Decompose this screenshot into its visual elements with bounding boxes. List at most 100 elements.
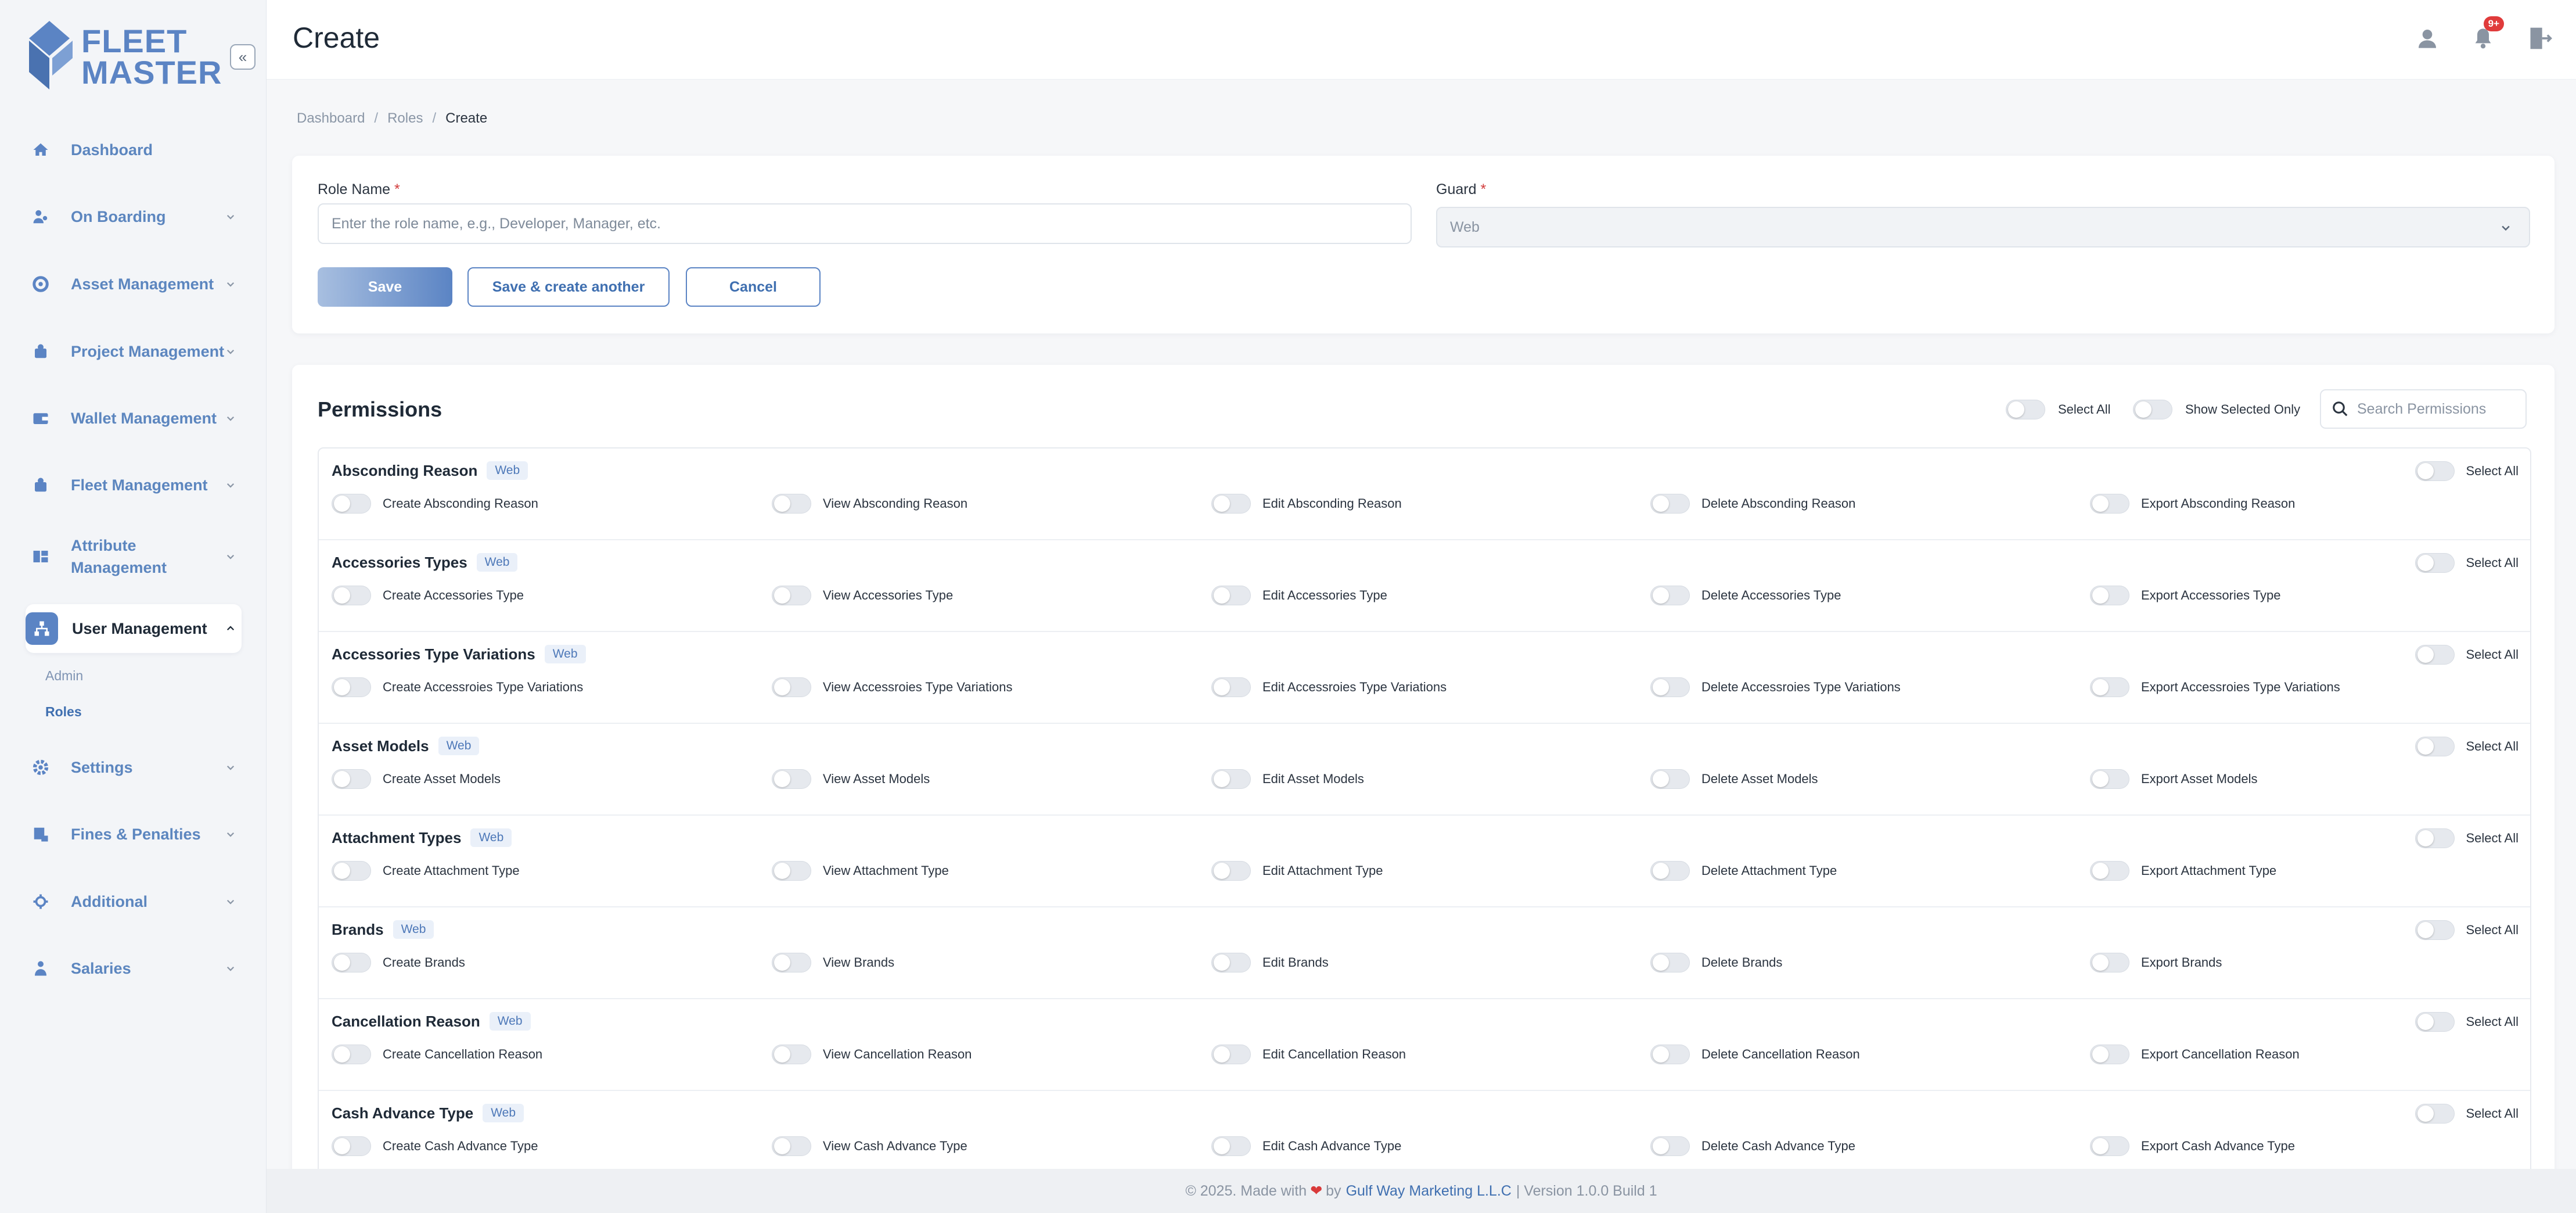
- permission-toggle[interactable]: Export Brands: [2090, 953, 2222, 972]
- toggle-switch[interactable]: [2415, 461, 2455, 481]
- toggle-switch[interactable]: [2415, 1104, 2455, 1124]
- sidebar-item-asset-management[interactable]: Asset Management: [26, 260, 242, 308]
- toggle-switch[interactable]: [772, 586, 811, 605]
- permission-toggle[interactable]: Delete Cancellation Reason: [1650, 1045, 1860, 1064]
- toggle-switch[interactable]: [1211, 677, 1251, 697]
- toggle-switch[interactable]: [2090, 1136, 2129, 1156]
- toggle-switch[interactable]: [2415, 553, 2455, 573]
- toggle-switch[interactable]: [1211, 586, 1251, 605]
- toggle-switch[interactable]: [1211, 1136, 1251, 1156]
- search-permissions-input[interactable]: Search Permissions: [2320, 389, 2527, 429]
- permission-toggle[interactable]: Create Cancellation Reason: [332, 1045, 542, 1064]
- toggle-switch[interactable]: [2090, 953, 2129, 972]
- permission-toggle[interactable]: Edit Cancellation Reason: [1211, 1045, 1406, 1064]
- permission-toggle[interactable]: Export Accessories Type: [2090, 586, 2281, 605]
- sidebar-item-fleet-management[interactable]: Fleet Management: [26, 461, 242, 509]
- toggle-switch[interactable]: [2415, 920, 2455, 940]
- toggle-switch[interactable]: [332, 494, 371, 514]
- permission-toggle[interactable]: Create Attachment Type: [332, 861, 520, 881]
- permission-toggle[interactable]: View Cash Advance Type: [772, 1136, 967, 1156]
- toggle-switch[interactable]: [332, 677, 371, 697]
- sidebar-item-on-boarding[interactable]: On Boarding: [26, 192, 242, 241]
- toggle-switch[interactable]: [1650, 677, 1690, 697]
- toggle-switch[interactable]: [2090, 769, 2129, 789]
- permission-toggle[interactable]: Export Attachment Type: [2090, 861, 2276, 881]
- permission-toggle[interactable]: Delete Cash Advance Type: [1650, 1136, 1855, 1156]
- fleet-master-logo[interactable]: FLEET MASTER: [23, 21, 221, 93]
- toggle-switch[interactable]: [2133, 400, 2172, 419]
- toggle-switch[interactable]: [1650, 953, 1690, 972]
- permission-toggle[interactable]: View Accessroies Type Variations: [772, 677, 1013, 697]
- sidebar-item-additional[interactable]: Additional: [26, 877, 242, 926]
- toggle-switch[interactable]: [772, 953, 811, 972]
- permission-toggle[interactable]: View Attachment Type: [772, 861, 949, 881]
- sidebar-item-salaries[interactable]: Salaries: [26, 944, 242, 993]
- permission-toggle[interactable]: Export Asset Models: [2090, 769, 2258, 789]
- save-create-another-button[interactable]: Save & create another: [467, 267, 670, 307]
- toggle-switch[interactable]: [2090, 586, 2129, 605]
- user-profile-icon[interactable]: [2416, 27, 2439, 53]
- group-select-all-toggle[interactable]: Select All: [2415, 1104, 2519, 1124]
- permission-toggle[interactable]: Create Cash Advance Type: [332, 1136, 538, 1156]
- permission-toggle[interactable]: Export Cancellation Reason: [2090, 1045, 2300, 1064]
- permission-toggle[interactable]: Edit Brands: [1211, 953, 1329, 972]
- toggle-switch[interactable]: [1211, 1045, 1251, 1064]
- toggle-switch[interactable]: [772, 1045, 811, 1064]
- sidebar-item-attribute-management[interactable]: Attribute Management: [26, 532, 242, 581]
- permission-toggle[interactable]: Create Brands: [332, 953, 465, 972]
- toggle-switch[interactable]: [2415, 737, 2455, 756]
- sidebar-subitem-roles[interactable]: Roles: [45, 704, 82, 720]
- permission-toggle[interactable]: Export Absconding Reason: [2090, 494, 2295, 514]
- permission-toggle[interactable]: Create Asset Models: [332, 769, 501, 789]
- permission-toggle[interactable]: View Cancellation Reason: [772, 1045, 972, 1064]
- toggle-switch[interactable]: [2415, 645, 2455, 665]
- collapse-sidebar-button[interactable]: «: [230, 44, 256, 70]
- toggle-switch[interactable]: [2415, 1012, 2455, 1032]
- toggle-switch[interactable]: [1650, 769, 1690, 789]
- toggle-switch[interactable]: [1650, 1136, 1690, 1156]
- toggle-switch[interactable]: [332, 1136, 371, 1156]
- toggle-switch[interactable]: [2090, 1045, 2129, 1064]
- group-select-all-toggle[interactable]: Select All: [2415, 553, 2519, 573]
- sidebar-subitem-admin[interactable]: Admin: [45, 668, 83, 684]
- toggle-switch[interactable]: [2415, 828, 2455, 848]
- logout-icon[interactable]: [2527, 26, 2553, 54]
- permission-toggle[interactable]: View Brands: [772, 953, 894, 972]
- cancel-button[interactable]: Cancel: [686, 267, 821, 307]
- permission-toggle[interactable]: Delete Accessroies Type Variations: [1650, 677, 1901, 697]
- toggle-switch[interactable]: [2090, 677, 2129, 697]
- sidebar-item-dashboard[interactable]: Dashboard: [26, 125, 242, 174]
- permission-toggle[interactable]: Delete Attachment Type: [1650, 861, 1837, 881]
- sidebar-item-project-management[interactable]: Project Management: [26, 327, 242, 376]
- permission-toggle[interactable]: View Asset Models: [772, 769, 930, 789]
- toggle-switch[interactable]: [1650, 1045, 1690, 1064]
- sidebar-item-fines-penalties[interactable]: Fines & Penalties: [26, 810, 242, 859]
- toggle-switch[interactable]: [332, 953, 371, 972]
- toggle-switch[interactable]: [2090, 494, 2129, 514]
- show-selected-only-toggle[interactable]: Show Selected Only: [2133, 400, 2300, 419]
- permission-toggle[interactable]: Delete Accessories Type: [1650, 586, 1841, 605]
- permission-toggle[interactable]: Delete Asset Models: [1650, 769, 1818, 789]
- permission-toggle[interactable]: View Accessories Type: [772, 586, 953, 605]
- select-all-global-toggle[interactable]: Select All: [2006, 400, 2111, 419]
- group-select-all-toggle[interactable]: Select All: [2415, 1012, 2519, 1032]
- permission-toggle[interactable]: Export Cash Advance Type: [2090, 1136, 2295, 1156]
- toggle-switch[interactable]: [332, 586, 371, 605]
- permission-toggle[interactable]: Create Accessroies Type Variations: [332, 677, 583, 697]
- toggle-switch[interactable]: [2006, 400, 2045, 419]
- toggle-switch[interactable]: [332, 861, 371, 881]
- toggle-switch[interactable]: [772, 677, 811, 697]
- permission-toggle[interactable]: Edit Absconding Reason: [1211, 494, 1402, 514]
- toggle-switch[interactable]: [1211, 861, 1251, 881]
- group-select-all-toggle[interactable]: Select All: [2415, 645, 2519, 665]
- sidebar-item-user-management[interactable]: User Management: [26, 604, 242, 653]
- permission-toggle[interactable]: Create Absconding Reason: [332, 494, 538, 514]
- toggle-switch[interactable]: [772, 769, 811, 789]
- sidebar-item-settings[interactable]: Settings: [26, 743, 242, 792]
- group-select-all-toggle[interactable]: Select All: [2415, 461, 2519, 481]
- group-select-all-toggle[interactable]: Select All: [2415, 737, 2519, 756]
- notifications-button[interactable]: 9+: [2471, 16, 2504, 53]
- toggle-switch[interactable]: [1211, 769, 1251, 789]
- permission-toggle[interactable]: Edit Asset Models: [1211, 769, 1364, 789]
- footer-company-link[interactable]: Gulf Way Marketing L.L.C: [1346, 1183, 1512, 1200]
